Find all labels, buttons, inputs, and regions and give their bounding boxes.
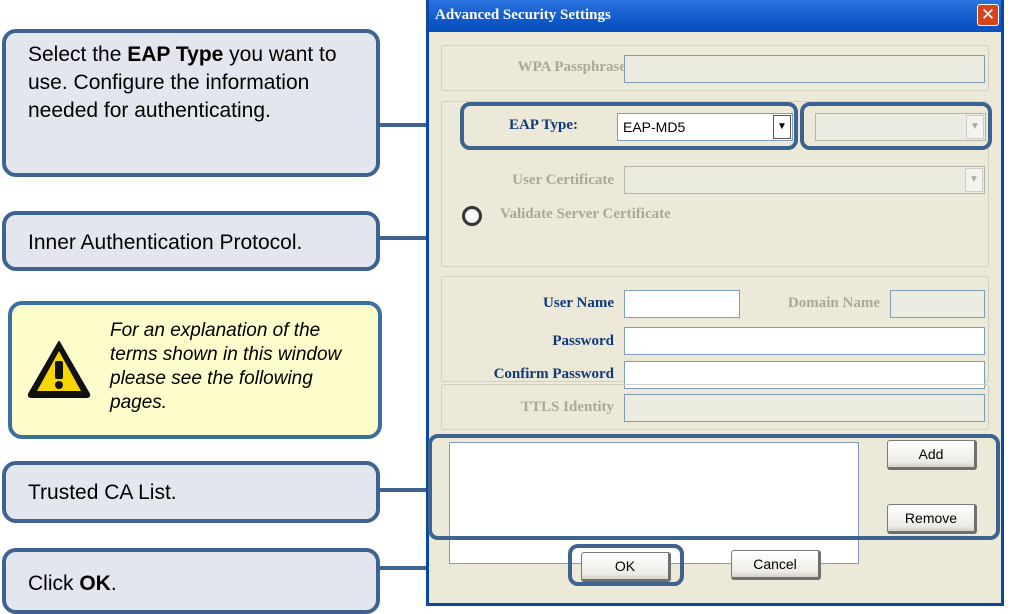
validate-server-cert-label: Validate Server Certificate: [500, 206, 671, 222]
password-input[interactable]: [624, 327, 985, 355]
dialog-title: Advanced Security Settings: [435, 7, 611, 23]
credentials-group: User Name Domain Name Password Confirm P…: [441, 276, 989, 389]
user-name-input[interactable]: [624, 290, 740, 318]
callout-eap-text-bold: EAP Type: [127, 43, 224, 66]
connector-trusted: [376, 488, 430, 492]
callout-ok-text-post: .: [110, 572, 117, 595]
close-icon: ✕: [980, 5, 996, 25]
user-certificate-select[interactable]: ▼: [624, 166, 985, 194]
callout-trusted-ca: Trusted CA List.: [2, 461, 380, 523]
callout-inner-text: Inner Authentication Protocol.: [28, 231, 303, 254]
validate-server-cert-radio[interactable]: [462, 206, 482, 226]
ttls-identity-input: [624, 394, 985, 422]
callout-eap-text-pre: Select the: [28, 43, 128, 66]
cancel-button-label: Cancel: [753, 556, 797, 572]
cancel-button[interactable]: Cancel: [731, 550, 821, 580]
callout-inner-auth: Inner Authentication Protocol.: [2, 211, 380, 271]
wpa-passphrase-input: [624, 55, 985, 83]
callout-eap-type: Select the EAP Type you want to use. Con…: [2, 29, 380, 177]
close-button[interactable]: ✕: [977, 4, 999, 26]
highlight-ok: [568, 544, 684, 586]
callout-trusted-text: Trusted CA List.: [28, 481, 177, 504]
highlight-eap-type: [460, 102, 798, 150]
callout-click-ok: Click OK.: [2, 548, 380, 614]
user-certificate-label: User Certificate: [512, 172, 614, 188]
callout-ok-text-pre: Click: [28, 572, 80, 595]
user-name-label: User Name: [543, 295, 614, 311]
domain-name-input: [890, 290, 985, 318]
chevron-down-icon[interactable]: ▼: [965, 168, 983, 192]
highlight-trusted-ca: [428, 434, 1000, 540]
highlight-inner-auth: [800, 102, 992, 150]
domain-name-label: Domain Name: [787, 295, 880, 311]
callout-note: For an explanation of the terms shown in…: [8, 301, 382, 439]
callout-ok-text-bold: OK: [79, 572, 111, 595]
confirm-password-label: Confirm Password: [493, 366, 614, 382]
ttls-identity-label: TTLS Identity: [521, 399, 614, 415]
wpa-passphrase-label: WPA Passphrase: [517, 59, 626, 75]
password-label: Password: [552, 333, 614, 349]
wpa-group: WPA Passphrase: [441, 45, 989, 91]
title-bar[interactable]: Advanced Security Settings ✕: [429, 0, 1001, 32]
warning-icon: [27, 341, 91, 398]
callout-note-text: For an explanation of the terms shown in…: [110, 320, 342, 413]
ttls-group: TTLS Identity: [441, 384, 989, 430]
